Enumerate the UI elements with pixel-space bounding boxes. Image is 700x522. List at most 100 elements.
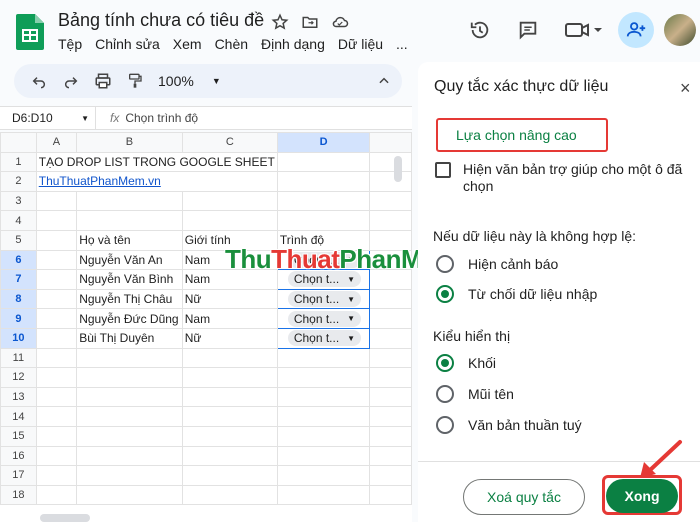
radio-option-chip[interactable]: Khối — [436, 354, 496, 372]
cell-d[interactable] — [276, 445, 371, 467]
spreadsheet-grid[interactable]: A B C D 1 TẠO DROP LIST TRONG GOOGLE SHEE… — [0, 132, 412, 522]
formula-input[interactable]: Chọn trình độ — [119, 111, 198, 125]
cell-e[interactable] — [369, 445, 412, 467]
sheets-logo-icon[interactable] — [16, 14, 44, 50]
undo-icon[interactable] — [30, 72, 48, 90]
menu-insert[interactable]: Chèn — [215, 36, 248, 52]
cell-d[interactable] — [276, 367, 371, 388]
cell-b[interactable] — [76, 190, 183, 212]
cell-b[interactable] — [76, 445, 183, 467]
menu-format[interactable]: Định dạng — [261, 36, 325, 52]
cell-e[interactable] — [369, 288, 412, 310]
cell-d[interactable]: Chọn t... ▼ — [276, 327, 371, 349]
cell-a[interactable]: TẠO DROP LIST TRONG GOOGLE SHEET — [35, 151, 278, 173]
radio-button[interactable] — [436, 354, 454, 372]
cell-e[interactable] — [369, 367, 412, 388]
cell-e[interactable] — [369, 327, 412, 349]
cell-e[interactable] — [369, 425, 412, 447]
column-header-b[interactable]: B — [76, 132, 183, 153]
cell-b[interactable] — [76, 386, 183, 408]
radio-option-arrow[interactable]: Mũi tên — [436, 385, 514, 403]
row-header[interactable]: 11 — [0, 347, 37, 369]
cell-c[interactable]: Nam — [181, 308, 278, 329]
cell-a[interactable] — [35, 445, 78, 467]
redo-icon[interactable] — [62, 72, 80, 90]
vertical-scrollbar[interactable] — [394, 156, 402, 182]
history-icon[interactable] — [462, 12, 498, 48]
cell-e[interactable] — [369, 308, 412, 329]
chevron-up-icon[interactable] — [375, 72, 393, 90]
cell-a[interactable] — [35, 406, 78, 427]
row-header[interactable]: 3 — [0, 190, 37, 212]
cell-d[interactable] — [276, 210, 371, 231]
star-icon[interactable] — [270, 12, 290, 32]
column-header-a[interactable]: A — [35, 132, 78, 153]
cell-b[interactable] — [76, 406, 183, 427]
cell-b[interactable]: Nguyễn Đức Dũng — [76, 308, 183, 329]
cell-c[interactable] — [181, 465, 278, 486]
row-header[interactable]: 12 — [0, 367, 37, 388]
cell-c[interactable] — [181, 347, 278, 369]
cell-c[interactable] — [181, 210, 278, 231]
corner-cell[interactable] — [0, 132, 37, 153]
cell-e[interactable] — [369, 484, 412, 506]
row-header[interactable]: 7 — [0, 269, 37, 290]
cell-a[interactable] — [35, 425, 78, 447]
cell-b[interactable] — [76, 210, 183, 231]
cell-c[interactable]: Nữ — [181, 327, 278, 349]
cell-e[interactable] — [369, 465, 412, 486]
zoom-select[interactable]: 100% ▼ — [158, 73, 221, 89]
cell-e[interactable] — [369, 210, 412, 231]
advanced-options-toggle[interactable]: Lựa chọn nâng cao — [436, 118, 608, 152]
cell-d[interactable] — [276, 425, 371, 447]
cell-b[interactable] — [76, 425, 183, 447]
row-header[interactable]: 4 — [0, 210, 37, 231]
row-header[interactable]: 18 — [0, 484, 37, 506]
cell-a[interactable] — [35, 249, 78, 271]
avatar[interactable] — [664, 14, 696, 46]
cell-a[interactable] — [35, 386, 78, 408]
cell-b[interactable]: Bùi Thị Duyên — [76, 327, 183, 349]
radio-option-reject[interactable]: Từ chối dữ liệu nhập — [436, 285, 597, 303]
meet-icon[interactable] — [558, 12, 608, 48]
cell-b[interactable] — [76, 367, 183, 388]
column-header-empty[interactable] — [369, 132, 412, 153]
document-title[interactable]: Bảng tính chưa có tiêu đề — [58, 10, 264, 31]
row-header[interactable]: 10 — [0, 327, 37, 349]
comment-icon[interactable] — [510, 12, 546, 48]
cell-a[interactable] — [35, 288, 78, 310]
cell-a[interactable] — [35, 484, 78, 506]
cell-e[interactable] — [369, 347, 412, 369]
cell-a[interactable] — [35, 465, 78, 486]
cell-d[interactable] — [276, 171, 371, 192]
print-icon[interactable] — [94, 72, 112, 90]
cell-d[interactable] — [276, 465, 371, 486]
cell-e[interactable] — [369, 406, 412, 427]
row-header[interactable]: 16 — [0, 445, 37, 467]
cell-a[interactable] — [35, 229, 78, 251]
radio-option-plain-text[interactable]: Văn bản thuần tuý — [436, 416, 582, 434]
row-header[interactable]: 2 — [0, 171, 37, 192]
row-header[interactable]: 17 — [0, 465, 37, 486]
radio-button[interactable] — [436, 416, 454, 434]
cell-b[interactable]: Nguyễn Văn An — [76, 249, 183, 271]
cell-c[interactable] — [181, 386, 278, 408]
cell-d[interactable] — [276, 406, 371, 427]
cell-a[interactable] — [35, 308, 78, 329]
cell-c[interactable] — [181, 406, 278, 427]
cell-a[interactable] — [35, 190, 78, 212]
cell-c[interactable] — [181, 190, 278, 212]
cell-e[interactable] — [369, 151, 412, 173]
menu-data[interactable]: Dữ liệu — [338, 36, 383, 52]
cell-d[interactable]: Chọn t... ▼ — [276, 288, 371, 310]
row-header[interactable]: 1 — [0, 151, 37, 173]
radio-button[interactable] — [436, 385, 454, 403]
paint-format-icon[interactable] — [126, 72, 144, 90]
radio-button[interactable] — [436, 285, 454, 303]
cell-d[interactable] — [276, 190, 371, 212]
cell-a[interactable]: ThuThuatPhanMem.vn — [35, 171, 278, 192]
dropdown-chip[interactable]: Chọn t... ▼ — [287, 310, 362, 327]
horizontal-scrollbar[interactable] — [40, 514, 90, 522]
cell-c[interactable] — [181, 484, 278, 506]
radio-option-warning[interactable]: Hiện cảnh báo — [436, 255, 558, 273]
